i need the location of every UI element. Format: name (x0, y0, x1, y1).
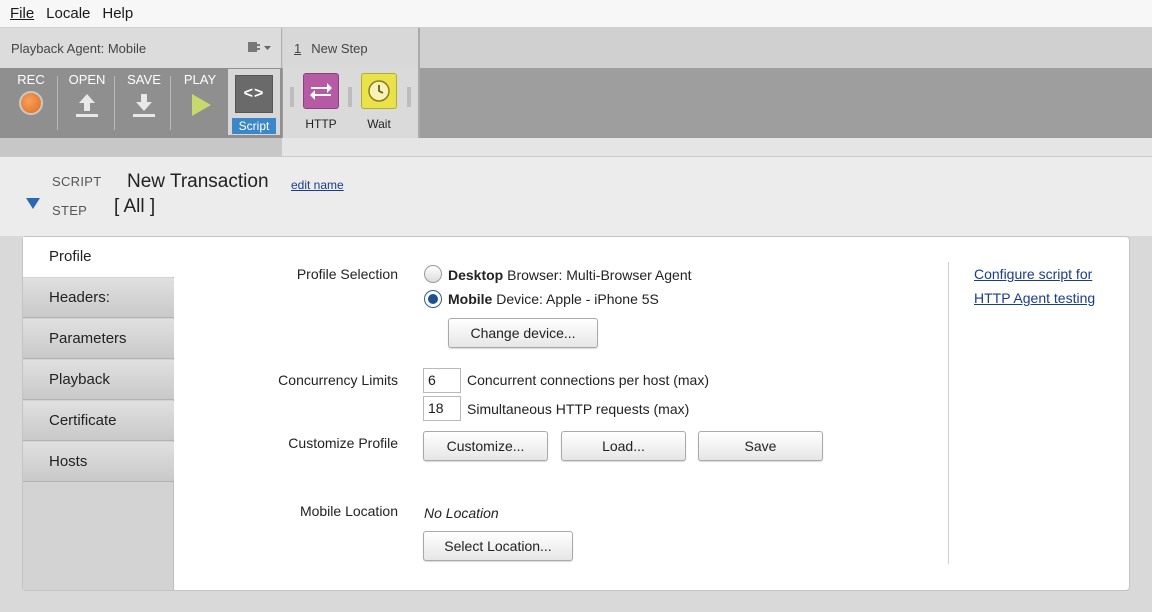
load-button[interactable]: Load... (561, 431, 686, 461)
connections-per-host-input[interactable]: 6 (423, 368, 461, 393)
record-icon (19, 91, 43, 115)
select-location-button[interactable]: Select Location... (423, 531, 573, 561)
download-icon (133, 94, 155, 117)
step-tab-new-step[interactable]: 1 New Step (283, 28, 420, 68)
tab-certificate[interactable]: Certificate (23, 401, 174, 441)
toolbar-separator (114, 76, 115, 130)
playback-agent-label: Playback Agent: Mobile (11, 40, 147, 56)
script-label: Script (232, 118, 276, 134)
toolbar-separator (170, 76, 171, 130)
mobile-option-text: Mobile Device: Apple - iPhone 5S (448, 291, 659, 307)
profile-selection-label: Profile Selection (296, 266, 398, 282)
mobile-location-value: No Location (424, 505, 499, 521)
menu-help[interactable]: Help (96, 5, 139, 22)
play-label: PLAY (183, 72, 217, 87)
script-button[interactable]: <> Script (228, 69, 280, 135)
script-caption: SCRIPT (52, 174, 102, 189)
concurrency-limits-label: Concurrency Limits (278, 372, 398, 388)
desktop-option-detail: Browser: Multi-Browser Agent (503, 267, 692, 283)
script-code-icon: <> (235, 75, 273, 113)
save-label: SAVE (127, 72, 161, 87)
rec-button[interactable]: REC (5, 72, 57, 134)
desktop-option-bold: Desktop (448, 267, 504, 283)
step-caption: STEP (52, 203, 88, 218)
tab-parameters[interactable]: Parameters (23, 319, 174, 359)
toolbar-grip (348, 87, 352, 107)
step-number: 1 (294, 40, 302, 56)
save-toolbar-button[interactable]: SAVE (118, 72, 170, 134)
mobile-radio[interactable] (424, 290, 442, 308)
change-device-button[interactable]: Change device... (448, 318, 598, 348)
panel-divider (948, 262, 949, 564)
wait-tool-button[interactable]: Wait (357, 73, 401, 133)
toolbar-grip (407, 87, 411, 107)
play-icon (192, 94, 211, 116)
configure-http-agent-link-line2[interactable]: HTTP Agent testing (974, 286, 1095, 310)
transaction-header (0, 156, 1152, 236)
clock-icon (361, 73, 397, 109)
rec-label: REC (17, 72, 45, 87)
menu-file[interactable]: File (4, 5, 40, 22)
customize-button[interactable]: Customize... (423, 431, 548, 461)
open-button[interactable]: OPEN (61, 72, 113, 134)
play-button[interactable]: PLAY (174, 72, 226, 134)
http-label: HTTP (305, 117, 337, 131)
http-tool-button[interactable]: HTTP (299, 73, 343, 133)
menu-locale[interactable]: Locale (40, 5, 96, 22)
mobile-option-bold: Mobile (448, 291, 493, 307)
mobile-option-detail: Device: Apple - iPhone 5S (492, 291, 659, 307)
plug-dropdown-icon[interactable] (247, 40, 273, 57)
playback-agent-tab[interactable]: Playback Agent: Mobile (0, 28, 282, 68)
upload-icon (76, 94, 98, 117)
step-selector[interactable]: [ All ] (114, 196, 155, 218)
http-swap-icon (303, 73, 339, 109)
desktop-radio[interactable] (424, 265, 442, 283)
step-name: New Step (311, 40, 368, 56)
desktop-option-text: Desktop Browser: Multi-Browser Agent (448, 267, 692, 283)
configure-http-agent-link-line1[interactable]: Configure script for (974, 262, 1092, 286)
mobile-location-label: Mobile Location (299, 503, 398, 519)
tab-hosts[interactable]: Hosts (23, 442, 174, 482)
collapse-triangle-icon[interactable] (26, 198, 40, 209)
menu-bar: File Locale Help (0, 0, 1152, 28)
open-label: OPEN (68, 72, 106, 87)
tab-headers[interactable]: Headers: (23, 278, 174, 318)
save-profile-button[interactable]: Save (698, 431, 823, 461)
toolbar-separator (57, 76, 58, 130)
tab-playback[interactable]: Playback (23, 360, 174, 400)
edit-name-link[interactable]: edit name (291, 178, 344, 192)
transaction-name: New Transaction (127, 171, 269, 192)
simultaneous-requests-input[interactable]: 18 (423, 396, 461, 421)
toolbar-scroll-thumb[interactable] (0, 138, 282, 156)
tab-profile[interactable]: Profile (23, 237, 175, 277)
wait-label: Wait (367, 117, 391, 131)
connections-per-host-text: Concurrent connections per host (max) (467, 372, 709, 388)
simultaneous-requests-text: Simultaneous HTTP requests (max) (467, 401, 690, 417)
customize-profile-label: Customize Profile (288, 435, 398, 451)
toolbar-grip (290, 87, 294, 107)
